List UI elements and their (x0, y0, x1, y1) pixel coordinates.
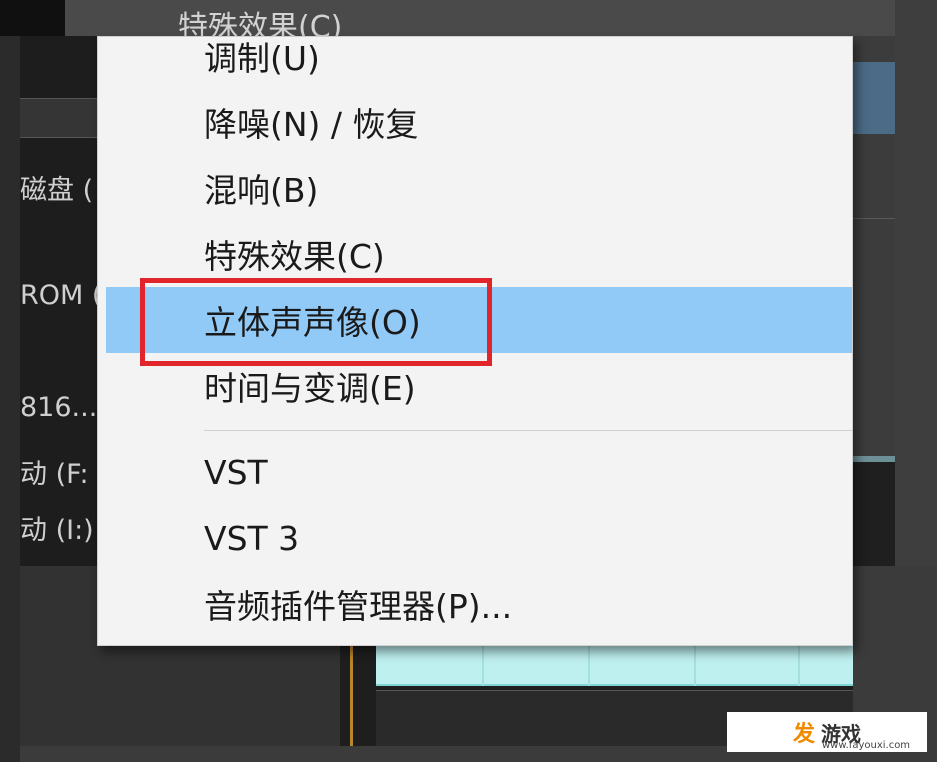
playhead[interactable] (350, 640, 353, 746)
menu-item-label: 降噪(N) / 恢复 (204, 105, 419, 144)
menu-item-vst[interactable]: VST (106, 439, 852, 505)
menu-item-reverb[interactable]: 混响(B) (106, 155, 852, 221)
menu-item-modulation[interactable]: 调制(U) (106, 23, 852, 89)
menu-item-audio-plugin-manager[interactable]: 音频插件管理器(P)... (106, 571, 852, 637)
menu-item-label: 混响(B) (204, 171, 319, 210)
background-top-corner (0, 0, 65, 36)
waveform-grid-line (482, 646, 484, 686)
menu-item-noise-reduction[interactable]: 降噪(N) / 恢复 (106, 89, 852, 155)
waveform-grid-line (588, 646, 590, 686)
drive-label-disk[interactable]: 磁盘 ( (20, 168, 93, 207)
waveform-clip[interactable] (376, 646, 853, 686)
menu-item-label: 特殊效果(C) (204, 237, 385, 276)
background-track-area (853, 456, 895, 566)
background-selected-track (853, 62, 895, 134)
menu-item-label: VST (204, 452, 268, 492)
menu-item-label: 音频插件管理器(P)... (204, 587, 513, 626)
waveform-grid-line (694, 646, 696, 686)
watermark-logo-mark: 发 (792, 722, 815, 747)
background-divider (853, 218, 895, 219)
menu-item-time-and-pitch[interactable]: 时间与变调(E) (106, 353, 852, 419)
drive-label-i[interactable]: 动 (I:) (20, 508, 94, 547)
menu-item-vst3[interactable]: VST 3 (106, 505, 852, 571)
effects-context-menu: 调制(U) 降噪(N) / 恢复 混响(B) 特殊效果(C) 立体声声像(O) … (97, 36, 853, 646)
waveform-grid-line (798, 646, 800, 686)
menu-item-label: 调制(U) (204, 39, 320, 78)
menu-item-label: 立体声声像(O) (204, 303, 421, 342)
background-track-strip (853, 456, 895, 462)
background-left-strip (0, 0, 20, 762)
file-browser-header (20, 98, 100, 138)
menu-separator (204, 430, 852, 431)
menu-item-label: 时间与变调(E) (204, 369, 416, 408)
drive-label-f[interactable]: 动 (F: (20, 452, 89, 491)
drive-label-816[interactable]: 816... (20, 392, 97, 423)
watermark-url: www.fayouxi.com (822, 740, 911, 751)
menu-item-label: VST 3 (204, 518, 300, 558)
menu-item-special-effects[interactable]: 特殊效果(C) (106, 221, 852, 287)
menu-item-stereo-imagery[interactable]: 立体声声像(O) (106, 287, 852, 353)
drive-label-rom[interactable]: ROM ( (20, 280, 102, 311)
